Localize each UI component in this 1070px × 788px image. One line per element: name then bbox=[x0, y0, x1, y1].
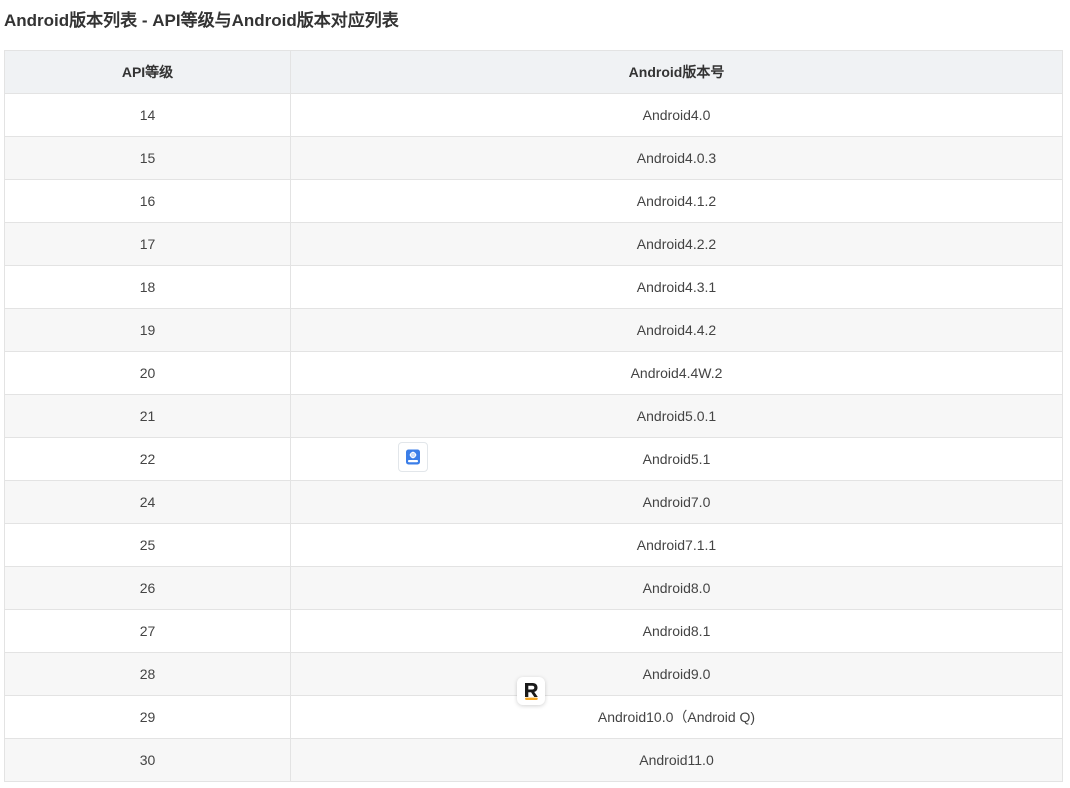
api-level-cell: 21 bbox=[4, 394, 291, 438]
table-row: 27 Android8.1 bbox=[4, 609, 1063, 653]
android-version-cell: Android11.0 bbox=[290, 738, 1063, 782]
android-version-cell: Android5.0.1 bbox=[290, 394, 1063, 438]
table-row: 14 Android4.0 bbox=[4, 93, 1063, 137]
column-header-android-version: Android版本号 bbox=[290, 50, 1063, 94]
table-row: 18 Android4.3.1 bbox=[4, 265, 1063, 309]
api-level-cell: 28 bbox=[4, 652, 291, 696]
api-level-cell: 27 bbox=[4, 609, 291, 653]
api-level-cell: 20 bbox=[4, 351, 291, 395]
page-title: Android版本列表 - API等级与Android版本对应列表 bbox=[4, 11, 399, 30]
android-version-cell: Android10.0（Android Q) bbox=[290, 695, 1063, 739]
android-version-cell: Android4.3.1 bbox=[290, 265, 1063, 309]
android-version-cell: Android8.1 bbox=[290, 609, 1063, 653]
android-version-table: API等级 Android版本号 14 Android4.0 15 Androi… bbox=[4, 50, 1063, 782]
table-row: 20 Android4.4W.2 bbox=[4, 351, 1063, 395]
api-level-cell: 26 bbox=[4, 566, 291, 610]
table-row: 17 Android4.2.2 bbox=[4, 222, 1063, 266]
book-scan-icon[interactable] bbox=[398, 442, 428, 472]
api-level-cell: 18 bbox=[4, 265, 291, 309]
table-row: 30 Android11.0 bbox=[4, 738, 1063, 782]
column-header-api-level: API等级 bbox=[4, 50, 291, 94]
api-level-cell: 25 bbox=[4, 523, 291, 567]
table-row: 25 Android7.1.1 bbox=[4, 523, 1063, 567]
table-row: 24 Android7.0 bbox=[4, 480, 1063, 524]
android-version-cell: Android7.0 bbox=[290, 480, 1063, 524]
android-version-cell: Android4.1.2 bbox=[290, 179, 1063, 223]
android-version-cell: Android4.0 bbox=[290, 93, 1063, 137]
r-logo-icon[interactable] bbox=[517, 677, 545, 705]
table-row: 22 Android5.1 bbox=[4, 437, 1063, 481]
table-row: 21 Android5.0.1 bbox=[4, 394, 1063, 438]
api-level-cell: 16 bbox=[4, 179, 291, 223]
book-scan-icon-graphic bbox=[406, 449, 420, 465]
api-level-cell: 24 bbox=[4, 480, 291, 524]
android-version-cell: Android4.4W.2 bbox=[290, 351, 1063, 395]
table-row: 19 Android4.4.2 bbox=[4, 308, 1063, 352]
table-row: 15 Android4.0.3 bbox=[4, 136, 1063, 180]
android-version-cell: Android9.0 bbox=[290, 652, 1063, 696]
api-level-cell: 15 bbox=[4, 136, 291, 180]
android-version-cell: Android4.0.3 bbox=[290, 136, 1063, 180]
table-row: 26 Android8.0 bbox=[4, 566, 1063, 610]
api-level-cell: 29 bbox=[4, 695, 291, 739]
android-version-cell: Android7.1.1 bbox=[290, 523, 1063, 567]
api-level-cell: 19 bbox=[4, 308, 291, 352]
r-logo-icon-graphic bbox=[525, 683, 538, 700]
android-version-cell: Android4.4.2 bbox=[290, 308, 1063, 352]
table-row: 16 Android4.1.2 bbox=[4, 179, 1063, 223]
android-version-cell: Android8.0 bbox=[290, 566, 1063, 610]
table-header-row: API等级 Android版本号 bbox=[4, 50, 1063, 94]
android-version-cell: Android4.2.2 bbox=[290, 222, 1063, 266]
api-level-cell: 14 bbox=[4, 93, 291, 137]
api-level-cell: 17 bbox=[4, 222, 291, 266]
api-level-cell: 30 bbox=[4, 738, 291, 782]
api-level-cell: 22 bbox=[4, 437, 291, 481]
